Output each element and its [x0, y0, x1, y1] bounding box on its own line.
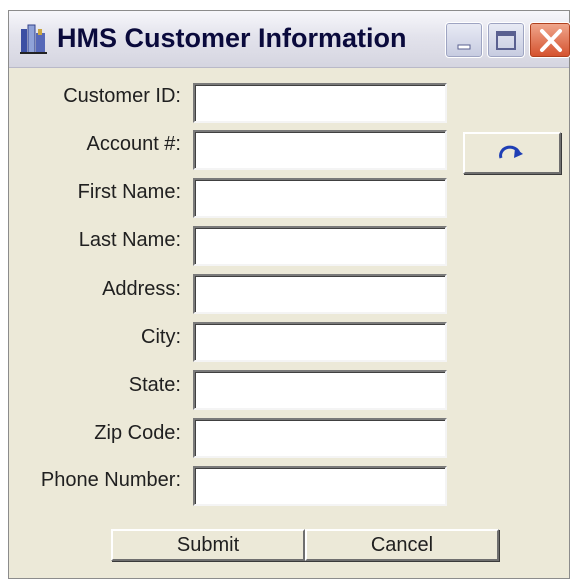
address-field[interactable] — [193, 274, 447, 314]
customer-info-window: HMS Customer Information Customer ID: Ac… — [8, 10, 570, 579]
phone-number-label: Phone Number: — [40, 469, 181, 491]
redo-icon — [499, 145, 523, 159]
submit-button[interactable]: Submit — [111, 529, 305, 561]
city-field[interactable] — [193, 322, 447, 362]
close-icon — [540, 29, 562, 52]
refresh-button[interactable] — [463, 132, 561, 174]
title-bar[interactable]: HMS Customer Information — [9, 11, 570, 68]
account-number-field[interactable] — [193, 130, 447, 170]
maximize-icon — [496, 31, 516, 50]
customer-id-label: Customer ID: — [63, 85, 181, 107]
phone-number-field[interactable] — [193, 466, 447, 506]
minimize-icon — [457, 44, 471, 50]
first-name-label: First Name: — [77, 181, 181, 203]
cancel-button[interactable]: Cancel — [305, 529, 499, 561]
maximize-button[interactable] — [487, 22, 525, 58]
address-label: Address: — [102, 278, 181, 300]
close-button[interactable] — [529, 22, 570, 58]
last-name-label: Last Name: — [78, 229, 181, 251]
customer-id-field[interactable] — [193, 83, 447, 123]
zip-code-field[interactable] — [193, 418, 447, 458]
minimize-button[interactable] — [445, 22, 483, 58]
window-title: HMS Customer Information — [57, 23, 407, 53]
last-name-field[interactable] — [193, 226, 447, 266]
state-label: State: — [128, 374, 181, 396]
zip-code-label: Zip Code: — [94, 422, 181, 444]
first-name-field[interactable] — [193, 178, 447, 218]
app-icon — [19, 23, 49, 55]
city-label: City: — [141, 326, 181, 348]
state-field[interactable] — [193, 370, 447, 410]
account-number-label: Account #: — [86, 133, 181, 155]
